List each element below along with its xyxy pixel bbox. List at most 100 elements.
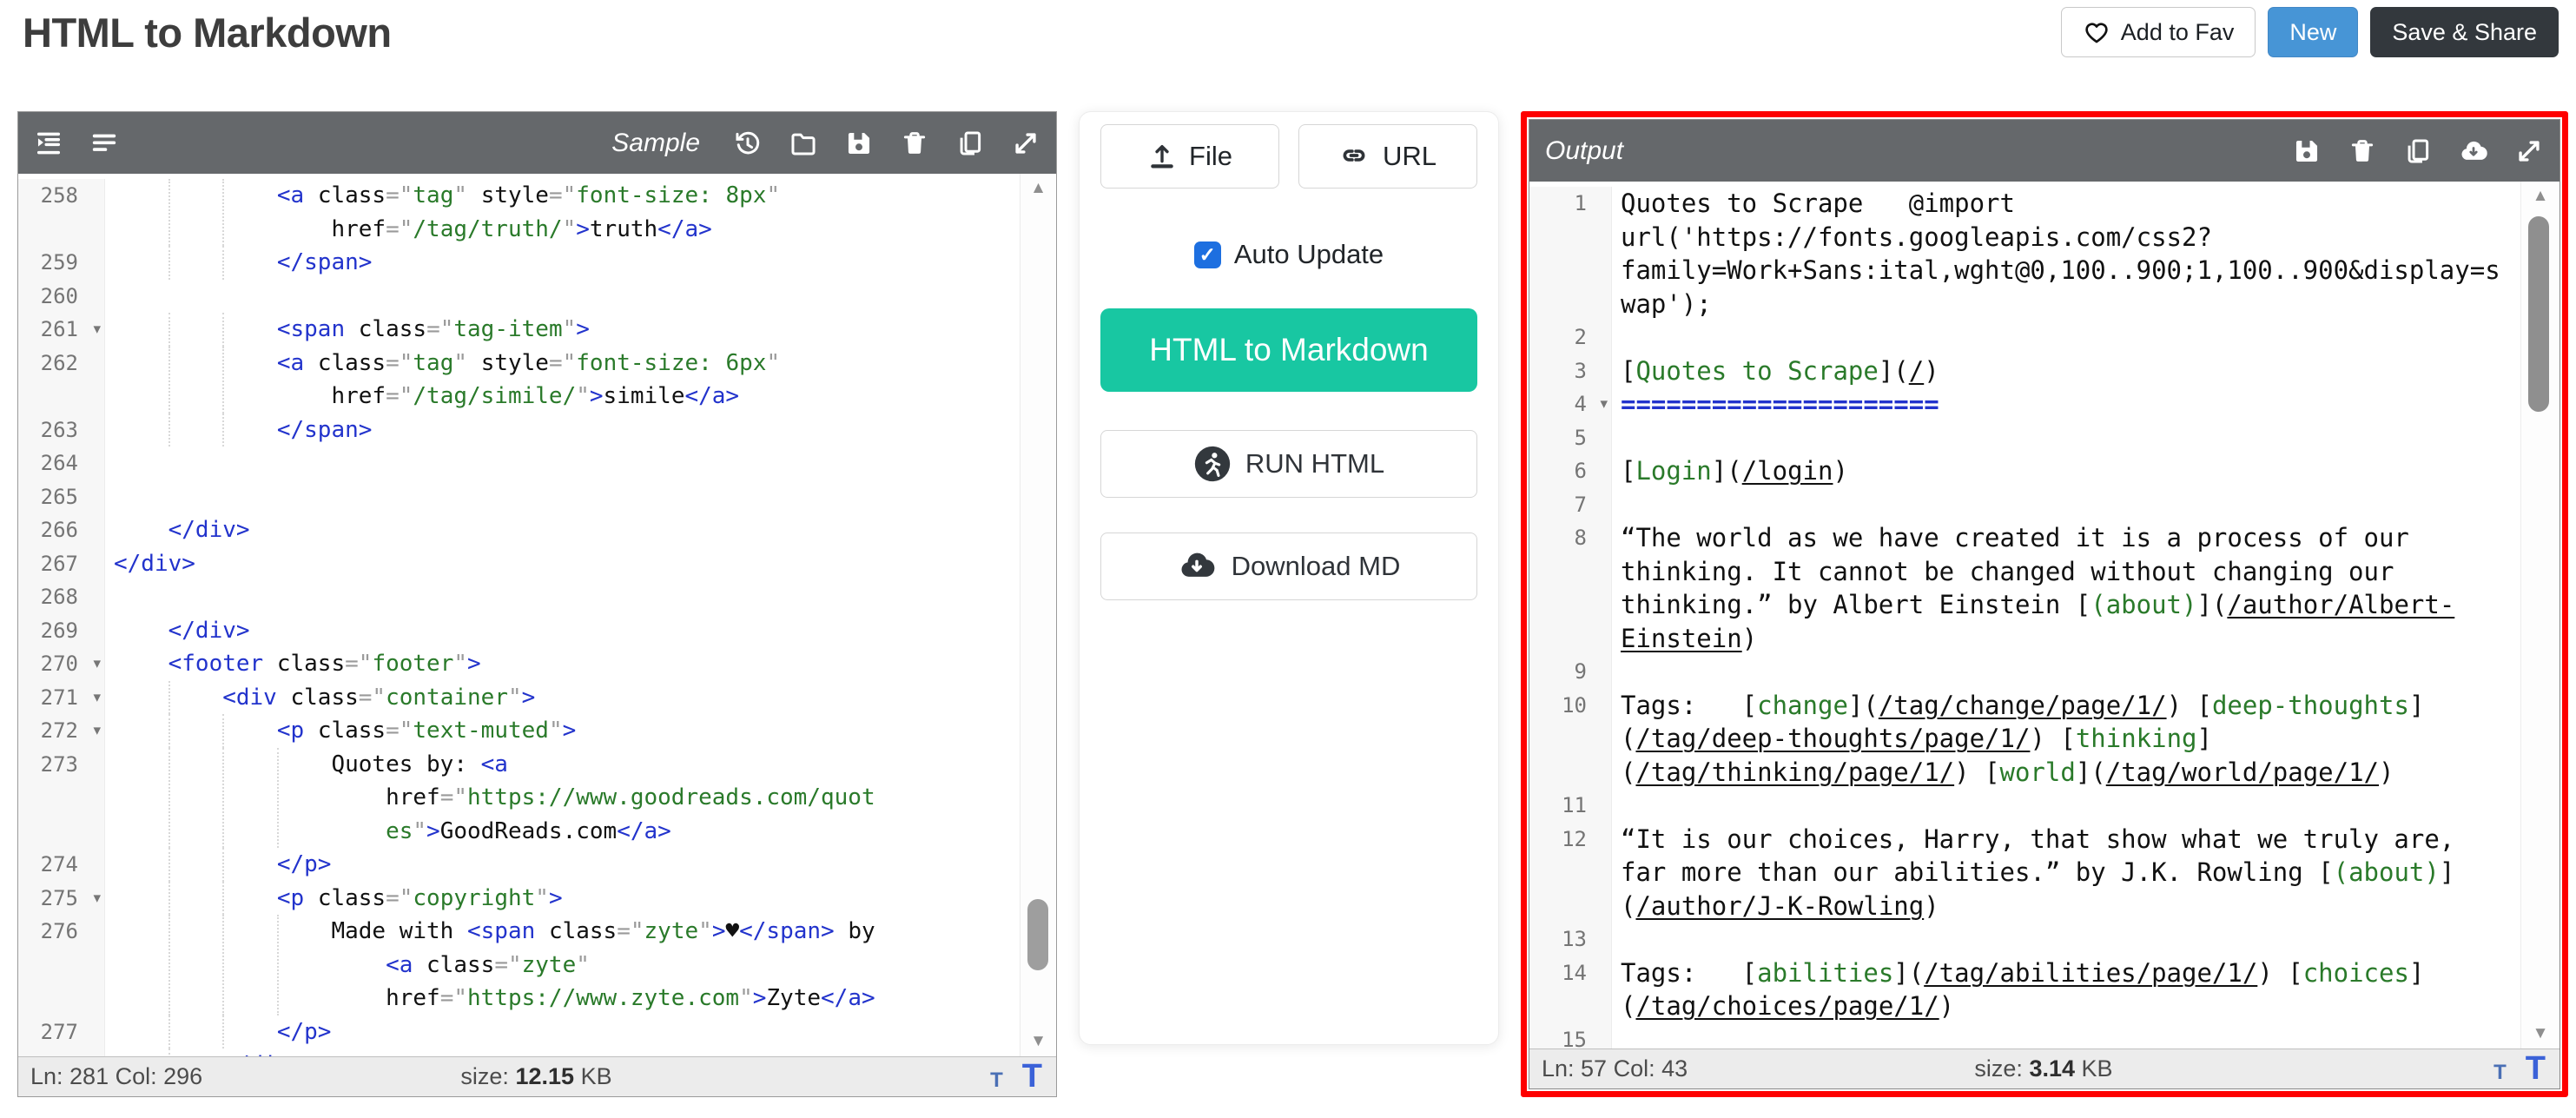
html-code-area[interactable]: 258<a class="tag" style="font-size: 8px"… — [18, 174, 1056, 1056]
code-line: 258<a class="tag" style="font-size: 8px"… — [18, 179, 1056, 246]
line-number: 277 — [18, 1015, 105, 1049]
line-number: 7 — [1529, 488, 1612, 522]
cursor-position: Ln: 281 Col: 296 — [18, 1063, 460, 1090]
line-number: 276 — [18, 915, 105, 1015]
fold-arrow-icon[interactable]: ▾ — [1600, 387, 1608, 421]
code-line: 273Quotes by: <a href="https://www.goodr… — [18, 748, 1056, 849]
code-text: </p> — [105, 1015, 1056, 1049]
word-wrap-icon[interactable] — [89, 129, 119, 158]
code-text: <p class="text-muted"> — [105, 714, 1056, 748]
expand-icon[interactable] — [1011, 129, 1040, 158]
save-icon[interactable] — [844, 129, 874, 158]
code-line: 12“It is our choices, Harry, that show w… — [1529, 823, 2559, 923]
code-text: <a class="tag" style="font-size: 8px" hr… — [105, 179, 1056, 246]
save-icon[interactable] — [2292, 136, 2322, 166]
font-smaller-button[interactable]: T — [990, 1068, 1003, 1093]
new-button[interactable]: New — [2268, 7, 2358, 57]
output-scrollbar[interactable]: ▲ ▼ — [2520, 182, 2559, 1049]
scroll-up-icon[interactable]: ▲ — [1020, 179, 1056, 198]
code-line: 268 — [18, 580, 1056, 614]
line-number: 6 — [1529, 454, 1612, 488]
cloud-download-icon[interactable] — [2459, 136, 2488, 166]
code-text: </div> — [105, 547, 1056, 581]
code-text — [1612, 321, 2559, 354]
copy-icon[interactable] — [2403, 136, 2433, 166]
line-number: 271▾ — [18, 681, 105, 715]
expand-icon[interactable] — [2514, 136, 2544, 166]
trash-icon[interactable] — [900, 129, 929, 158]
font-bigger-button[interactable]: T — [2526, 1050, 2546, 1088]
code-line: 261▾<span class="tag-item"> — [18, 313, 1056, 347]
fold-arrow-icon[interactable]: ▾ — [93, 681, 101, 715]
sample-link[interactable]: Sample — [611, 129, 700, 158]
line-number: 272▾ — [18, 714, 105, 748]
code-text — [1612, 655, 2559, 689]
history-icon[interactable] — [733, 129, 763, 158]
scroll-down-icon[interactable]: ▼ — [2521, 1024, 2559, 1043]
line-number: 264 — [18, 447, 105, 480]
markdown-output-area[interactable]: 1Quotes to Scrape @import url('https://f… — [1529, 182, 2559, 1049]
code-text — [105, 280, 1056, 314]
save-share-button[interactable]: Save & Share — [2370, 7, 2559, 57]
fold-arrow-icon[interactable]: ▾ — [93, 647, 101, 681]
code-line: 270▾<footer class="footer"> — [18, 647, 1056, 681]
output-toolbar: Output — [1529, 120, 2559, 182]
code-line: 277</p> — [18, 1015, 1056, 1049]
code-text — [1612, 1023, 2559, 1049]
font-bigger-button[interactable]: T — [1022, 1058, 1042, 1095]
convert-button[interactable]: HTML to Markdown — [1100, 308, 1477, 392]
line-number: 261▾ — [18, 313, 105, 347]
font-smaller-button[interactable]: T — [2493, 1061, 2507, 1085]
code-line: 4▾===================== — [1529, 387, 2559, 421]
file-upload-button[interactable]: File — [1100, 124, 1279, 189]
code-line: 264 — [18, 447, 1056, 480]
url-button[interactable]: URL — [1298, 124, 1477, 189]
html-editor-panel: Sample — [17, 111, 1057, 1097]
auto-update-checkbox[interactable]: ✓ — [1194, 241, 1221, 268]
scrollbar-thumb[interactable] — [1027, 899, 1048, 970]
code-line: 262<a class="tag" style="font-size: 6px"… — [18, 347, 1056, 413]
link-icon — [1339, 141, 1371, 172]
code-line: 259</span> — [18, 246, 1056, 280]
trash-icon[interactable] — [2348, 136, 2377, 166]
format-indent-icon[interactable] — [34, 129, 63, 158]
line-number: 13 — [1529, 923, 1612, 956]
code-line: 269</div> — [18, 614, 1056, 648]
code-line: 15 — [1529, 1023, 2559, 1049]
code-text: <p class="copyright"> — [105, 882, 1056, 916]
code-text: <a class="tag" style="font-size: 6px" hr… — [105, 347, 1056, 413]
code-text: </div> — [105, 513, 1056, 547]
open-folder-icon[interactable] — [789, 129, 818, 158]
line-number: 260 — [18, 280, 105, 314]
add-to-fav-button[interactable]: Add to Fav — [2061, 7, 2256, 57]
scrollbar-thumb[interactable] — [2528, 216, 2549, 412]
code-line: 14Tags: [abilities](/tag/abilities/page/… — [1529, 956, 2559, 1023]
code-text — [1612, 421, 2559, 455]
line-number: 11 — [1529, 789, 1612, 823]
line-number: 267 — [18, 547, 105, 581]
scroll-down-icon[interactable]: ▼ — [1020, 1032, 1056, 1051]
code-line: 9 — [1529, 655, 2559, 689]
download-md-button[interactable]: Download MD — [1100, 533, 1477, 600]
fold-arrow-icon[interactable]: ▾ — [93, 882, 101, 916]
header-actions: Add to Fav New Save & Share — [2061, 7, 2559, 57]
code-text — [105, 480, 1056, 514]
cursor-position: Ln: 57 Col: 43 — [1529, 1055, 1974, 1082]
copy-icon[interactable] — [955, 129, 985, 158]
editor-scrollbar[interactable]: ▲ ▼ — [1020, 174, 1056, 1056]
code-line: 260 — [18, 280, 1056, 314]
code-text: Made with <span class="zyte">♥</span> by… — [105, 915, 1056, 1015]
code-text: <span class="tag-item"> — [105, 313, 1056, 347]
fold-arrow-icon[interactable]: ▾ — [93, 313, 101, 347]
scroll-up-icon[interactable]: ▲ — [2521, 187, 2559, 206]
fold-arrow-icon[interactable]: ▾ — [93, 714, 101, 748]
auto-update-label: Auto Update — [1234, 239, 1384, 270]
line-number: 269 — [18, 614, 105, 648]
run-html-button[interactable]: RUN HTML — [1100, 430, 1477, 498]
line-number: 9 — [1529, 655, 1612, 689]
code-line: 2 — [1529, 321, 2559, 354]
code-line: 7 — [1529, 488, 2559, 522]
code-line: 8“The world as we have created it is a p… — [1529, 521, 2559, 655]
file-size: size: 3.14 KB — [1974, 1055, 2112, 1082]
line-number: 274 — [18, 848, 105, 882]
